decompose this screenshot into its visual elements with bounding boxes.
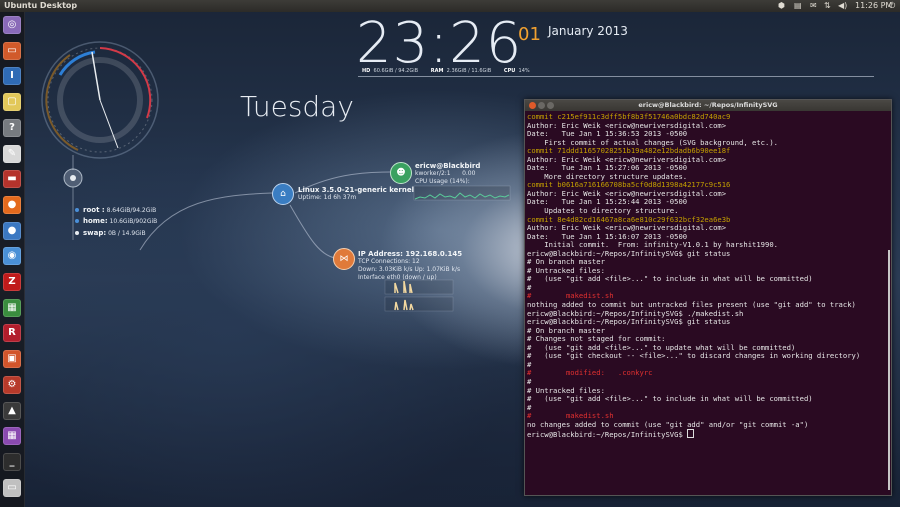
disk-swap: swap: 0B / 14.9GiB xyxy=(83,229,146,237)
network-tcp: TCP Connections: 12 xyxy=(358,258,420,265)
minimize-icon[interactable] xyxy=(538,102,545,109)
terminal-output[interactable]: commit c215ef911c3dff5bf8b3f51746a0bdc82… xyxy=(525,111,891,440)
weekday: Tuesday xyxy=(240,90,354,123)
kernel-uptime: Uptime: 1d 6h 37m xyxy=(298,194,357,201)
maximize-icon[interactable] xyxy=(547,102,554,109)
kernel-info: Linux 3.5.0-21-generic kernel Uptime: 1d… xyxy=(298,186,414,202)
connector-network xyxy=(289,204,336,259)
terminal-line: # (use "git add <file>..." to include in… xyxy=(527,274,813,284)
network-node-icon: ⋈ xyxy=(333,248,355,270)
network-rates: Down: 3.03KiB k/s Up: 1.07KiB k/s xyxy=(358,266,461,273)
user-node-icon: ☻ xyxy=(390,162,412,184)
ram-label: RAM xyxy=(430,68,444,74)
disk-node-center xyxy=(70,175,76,181)
connector-kernel xyxy=(139,192,273,251)
home-dot xyxy=(75,219,79,223)
terminal-line: # (use "git checkout -- <file>..." to di… xyxy=(527,351,861,361)
network-title: IP Address: 192.168.0.145 xyxy=(358,250,463,258)
terminal-line: # (use "git add <file>..." to include in… xyxy=(527,394,813,404)
user-title: ericw@Blackbird xyxy=(415,162,481,170)
disk-root: root : 8.64GiB/94.2GiB xyxy=(83,206,157,214)
clock-month-year: January 2013 xyxy=(548,24,628,38)
hd-value: 60.6GiB / 94.2GiB xyxy=(373,68,419,74)
cpu-label: CPU xyxy=(503,68,516,74)
user-proc-val: 0.00 xyxy=(462,170,476,177)
terminal-window[interactable]: ericw@Blackbird: ~/Repos/InfinitySVG com… xyxy=(524,99,892,496)
clock-day: 01 xyxy=(518,24,541,45)
terminal-line: ericw@Blackbird:~/Repos/InfinitySVG$ xyxy=(527,429,891,440)
network-info: IP Address: 192.168.0.145 TCP Connection… xyxy=(358,250,462,282)
close-icon[interactable] xyxy=(529,102,536,109)
user-info: ericw@Blackbird kworker/2:1 0.00 CPU Usa… xyxy=(415,162,480,186)
clock-stats: HD 60.6GiB / 94.2GiB RAM 2.36GiB / 11.6G… xyxy=(362,68,530,74)
terminal-cursor xyxy=(687,429,695,439)
terminal-scrollbar[interactable] xyxy=(888,250,890,490)
conky-clock: 23:26 01 January 2013 HD 60.6GiB / 94.2G… xyxy=(356,14,876,84)
terminal-titlebar[interactable]: ericw@Blackbird: ~/Repos/InfinitySVG xyxy=(525,100,891,111)
swap-dot xyxy=(75,231,79,235)
ram-value: 2.36GiB / 11.6GiB xyxy=(446,68,492,74)
user-cpu: CPU Usage (14%): xyxy=(415,178,470,185)
terminal-line: no changes added to commit (use "git add… xyxy=(527,419,809,429)
kernel-title: Linux 3.5.0-21-generic kernel xyxy=(298,186,414,194)
clock-underline xyxy=(358,76,874,77)
terminal-line: # modified: .conkyrc xyxy=(527,368,653,378)
terminal-title: ericw@Blackbird: ~/Repos/InfinitySVG xyxy=(638,101,778,109)
network-iface: Interface eth0 (down / up) xyxy=(358,274,437,281)
cpu-value: 14% xyxy=(518,68,530,74)
disk-home: home: 10.6GiB/902GiB xyxy=(83,217,158,225)
user-proc: kworker/2:1 xyxy=(415,170,451,177)
root-dot xyxy=(75,208,79,212)
clock-hm: 23:26 xyxy=(356,11,523,76)
hd-label: HD xyxy=(362,68,371,74)
home-node-icon: ⌂ xyxy=(272,183,294,205)
